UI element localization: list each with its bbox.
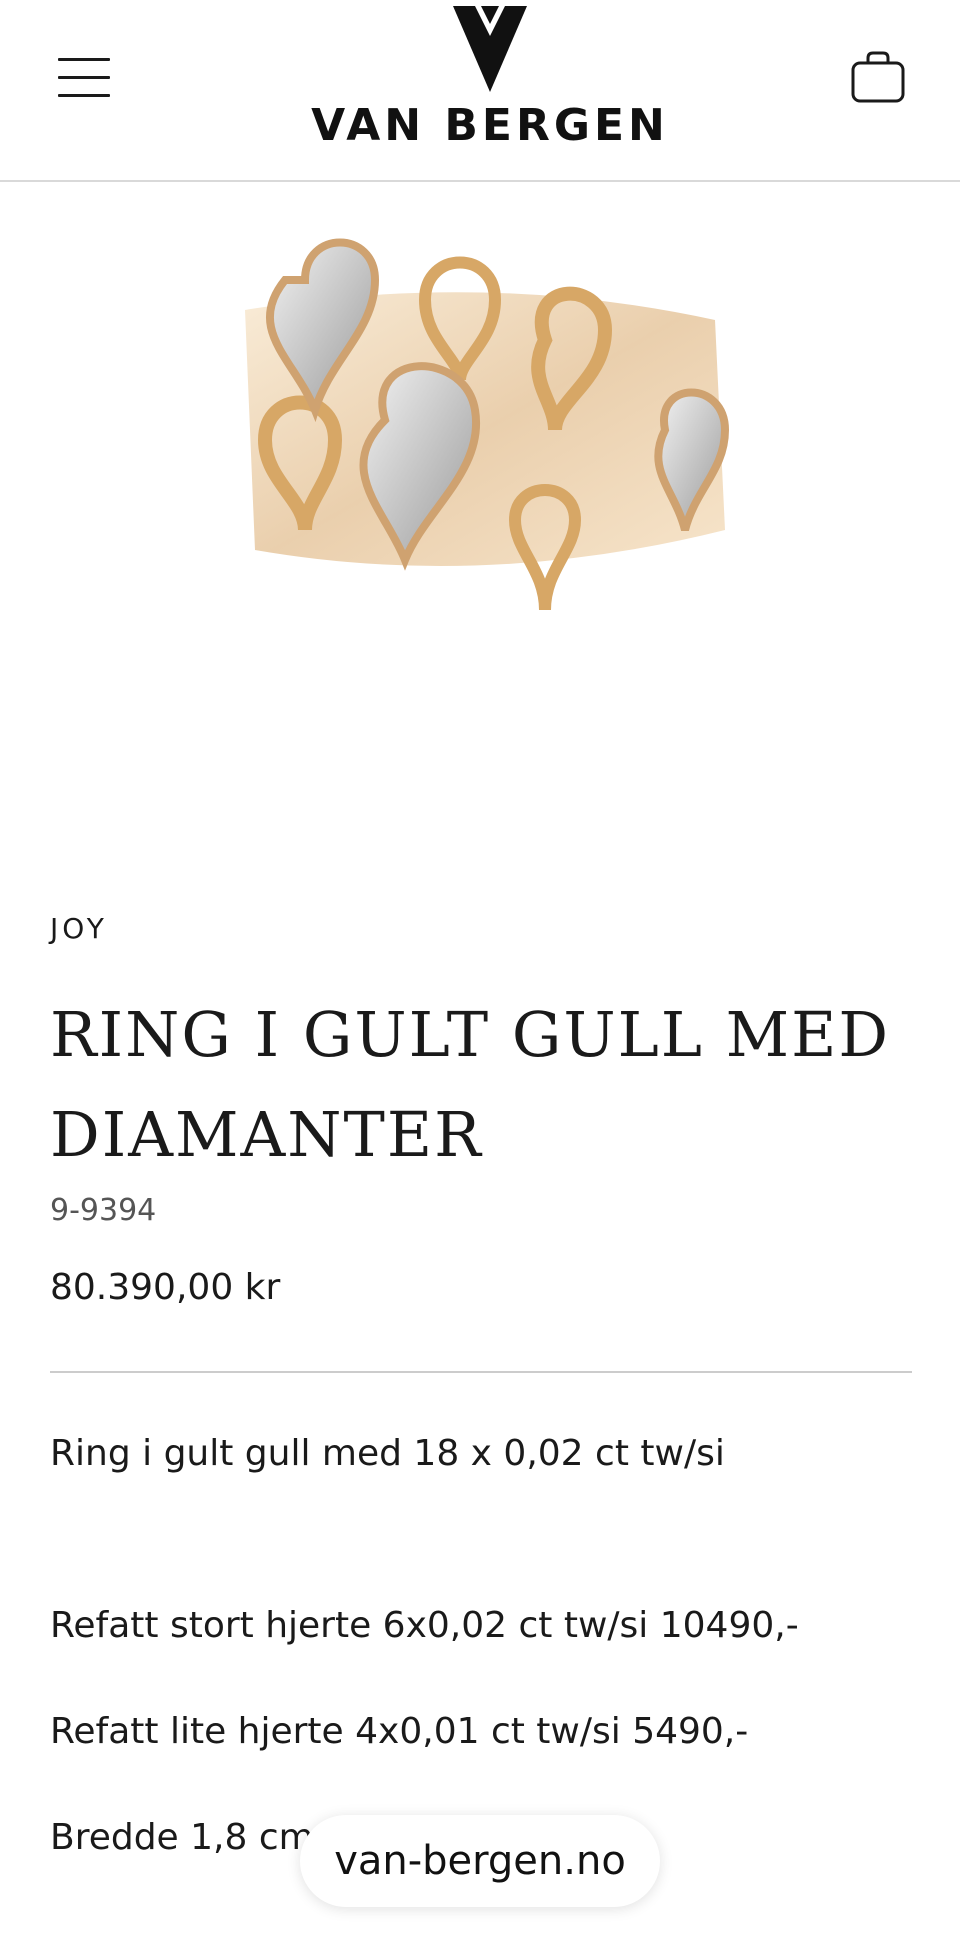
ring-image[interactable]	[225, 230, 745, 650]
site-header: VAN BERGEN	[0, 0, 960, 182]
product-brand[interactable]: JOY	[50, 912, 108, 945]
divider	[50, 1371, 912, 1373]
product-description-line: Refatt lite hjerte 4x0,01 ct tw/si 5490,…	[50, 1711, 749, 1752]
van-bergen-logo[interactable]: VAN BERGEN	[300, 0, 680, 170]
product-title: RING I GULT GULL MED DIAMANTER	[50, 998, 891, 1171]
product-description-line: Ring i gult gull med 18 x 0,02 ct tw/si	[50, 1433, 725, 1474]
logo-v-mark-icon	[453, 6, 527, 92]
shopping-bag-icon[interactable]	[850, 50, 906, 104]
ring-illustration	[245, 238, 730, 611]
hamburger-menu-icon[interactable]	[58, 58, 110, 98]
product-sku: 9-9394	[50, 1193, 157, 1228]
product-description-line: Bredde 1,8 cm	[50, 1817, 314, 1858]
browser-address-pill[interactable]: van-bergen.no	[300, 1815, 660, 1907]
logo-text: VAN BERGEN	[311, 100, 669, 151]
product-price: 80.390,00 kr	[50, 1267, 281, 1308]
product-description-line: Refatt stort hjerte 6x0,02 ct tw/si 1049…	[50, 1605, 799, 1646]
